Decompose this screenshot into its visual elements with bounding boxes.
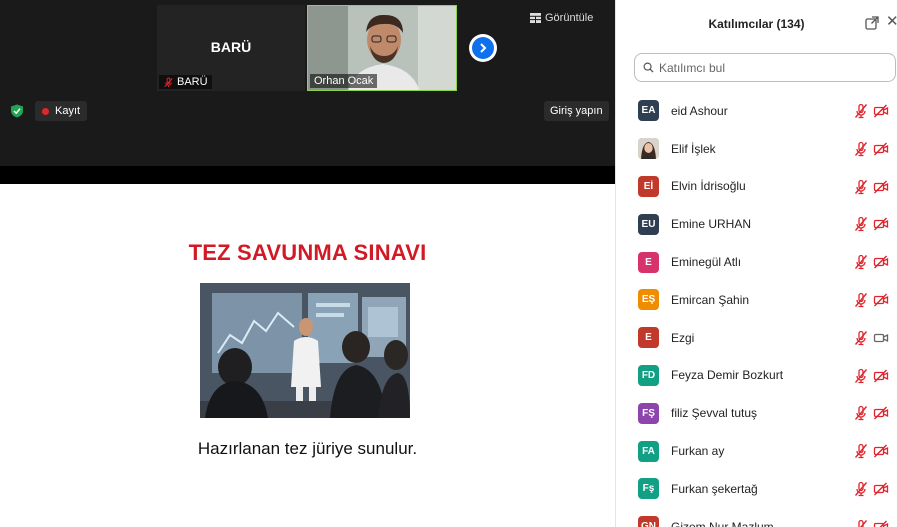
chevron-right-icon [472,37,494,59]
muted-mic-icon[interactable] [853,254,869,270]
camera-off-icon[interactable] [873,103,889,119]
camera-off-icon[interactable] [873,443,889,459]
muted-mic-icon[interactable] [853,330,869,346]
participant-avatar: E [638,327,659,349]
participant-row[interactable]: EU Emine URHAN [616,205,897,243]
muted-mic-icon[interactable] [853,405,869,421]
recording-label: Kayıt [55,105,81,117]
participant-name: Furkan şekertağ [671,481,758,496]
participant-name: Furkan ay [671,444,725,459]
participant-row[interactable]: E Eminegül Atlı [616,243,897,281]
slide-title: TEZ SAVUNMA SINAVI [188,240,427,265]
participant-search[interactable] [634,53,896,82]
participant-row[interactable]: FA Furkan ay [616,432,897,470]
participant-name: Emircan Şahin [671,292,750,307]
muted-mic-icon [164,77,173,87]
meeting-area: BARÜ BARÜ Orhan Ocak Görüntüle Kayıt Gir… [0,0,615,527]
participant-avatar: GN [638,516,659,527]
participant-avatar-photo [638,138,659,160]
participant-row[interactable]: EA eid Ashour [616,92,897,130]
search-input[interactable] [659,60,879,75]
grid-view-icon [530,13,541,23]
video-strip: BARÜ BARÜ Orhan Ocak Görüntüle Kayıt Gir… [0,0,615,166]
participant-row[interactable]: EŞ Emircan Şahin [616,281,897,319]
pop-out-icon[interactable] [865,16,879,30]
slide-caption: Hazırlanan tez jüriye sunulur. [197,439,418,458]
camera-off-icon[interactable] [873,368,889,384]
participant-avatar: E [638,251,659,273]
participant-row[interactable]: FŞ filiz Şevval tutuş [616,394,897,432]
participant-row[interactable]: E Ezgi [616,319,897,357]
muted-mic-icon[interactable] [853,103,869,119]
camera-off-icon[interactable] [873,519,889,527]
participant-name: Elif İşlek [671,141,716,156]
muted-mic-icon[interactable] [853,481,869,497]
camera-icon[interactable] [873,330,889,346]
participant-name: Eminegül Atlı [671,255,742,270]
next-page-button[interactable] [469,34,497,62]
recording-indicator[interactable]: Kayıt [35,101,88,121]
participant-name: Ezgi [671,330,695,345]
close-icon[interactable]: ✕ [886,14,897,29]
tile-label-text: BARÜ [177,76,208,88]
participant-avatar: EA [638,100,659,122]
muted-mic-icon[interactable] [853,292,869,308]
muted-mic-icon[interactable] [853,141,869,157]
participant-name: eid Ashour [671,103,728,118]
muted-mic-icon[interactable] [853,216,869,232]
camera-off-icon[interactable] [873,141,889,157]
participant-row[interactable]: GN Gizem Nur Mazlum [616,508,897,527]
recording-dot-icon [42,107,49,115]
tile-center-name: BARÜ [210,39,252,55]
participant-name: filiz Şevval tutuş [671,406,758,421]
muted-mic-icon[interactable] [853,368,869,384]
camera-off-icon[interactable] [873,405,889,421]
sign-in-label: Giriş yapın [550,105,603,117]
panel-title: Katılımcılar (134) [708,17,805,31]
video-tile-baru[interactable]: BARÜ BARÜ [157,5,305,91]
camera-off-icon[interactable] [873,216,889,232]
search-icon [643,62,654,73]
video-tile-orhan-ocak[interactable]: Orhan Ocak [307,5,457,91]
participant-avatar: Fş [638,478,659,500]
screen-share-top-bar [0,166,615,184]
participant-name: Feyza Demir Bozkurt [671,368,784,383]
participant-row[interactable]: Fş Furkan şekertağ [616,470,897,508]
participant-list: EA eid Ashour Elif İşlek Eİ Elvin İdrisoğlu E… [616,92,897,527]
camera-off-icon[interactable] [873,481,889,497]
muted-mic-icon[interactable] [853,443,869,459]
participant-avatar: FŞ [638,402,659,424]
muted-mic-icon[interactable] [853,179,869,195]
participant-avatar: EŞ [638,289,659,311]
participant-name: Gizem Nur Mazlum [671,519,774,527]
camera-off-icon[interactable] [873,292,889,308]
camera-off-icon[interactable] [873,254,889,270]
slide-presentation-photo [200,283,410,418]
participant-row[interactable]: Eİ Elvin İdrisoğlu [616,168,897,206]
muted-mic-icon[interactable] [853,519,869,527]
participant-avatar: EU [638,213,659,235]
tile-name-label: BARÜ [159,75,212,89]
camera-off-icon[interactable] [873,179,889,195]
sign-in-button[interactable]: Giriş yapın [544,101,609,121]
participant-avatar: FA [638,440,659,462]
participant-row[interactable]: FD Feyza Demir Bozkurt [616,357,897,395]
participant-row[interactable]: Elif İşlek [616,130,897,168]
zoom-window: BARÜ BARÜ Orhan Ocak Görüntüle Kayıt Gir… [0,0,897,527]
view-button-label: Görüntüle [545,12,594,24]
participant-name: Emine URHAN [671,217,752,232]
view-button[interactable]: Görüntüle [530,12,593,24]
shield-icon[interactable] [10,104,24,118]
participant-avatar: FD [638,364,659,386]
participant-avatar: Eİ [638,175,659,197]
participants-panel: Katılımcılar (134) ✕ EA eid Ashour Elif İş… [615,0,897,527]
participant-name: Elvin İdrisoğlu [671,179,746,194]
tile-name-label: Orhan Ocak [310,74,378,88]
tile-label-text: Orhan Ocak [314,75,374,87]
